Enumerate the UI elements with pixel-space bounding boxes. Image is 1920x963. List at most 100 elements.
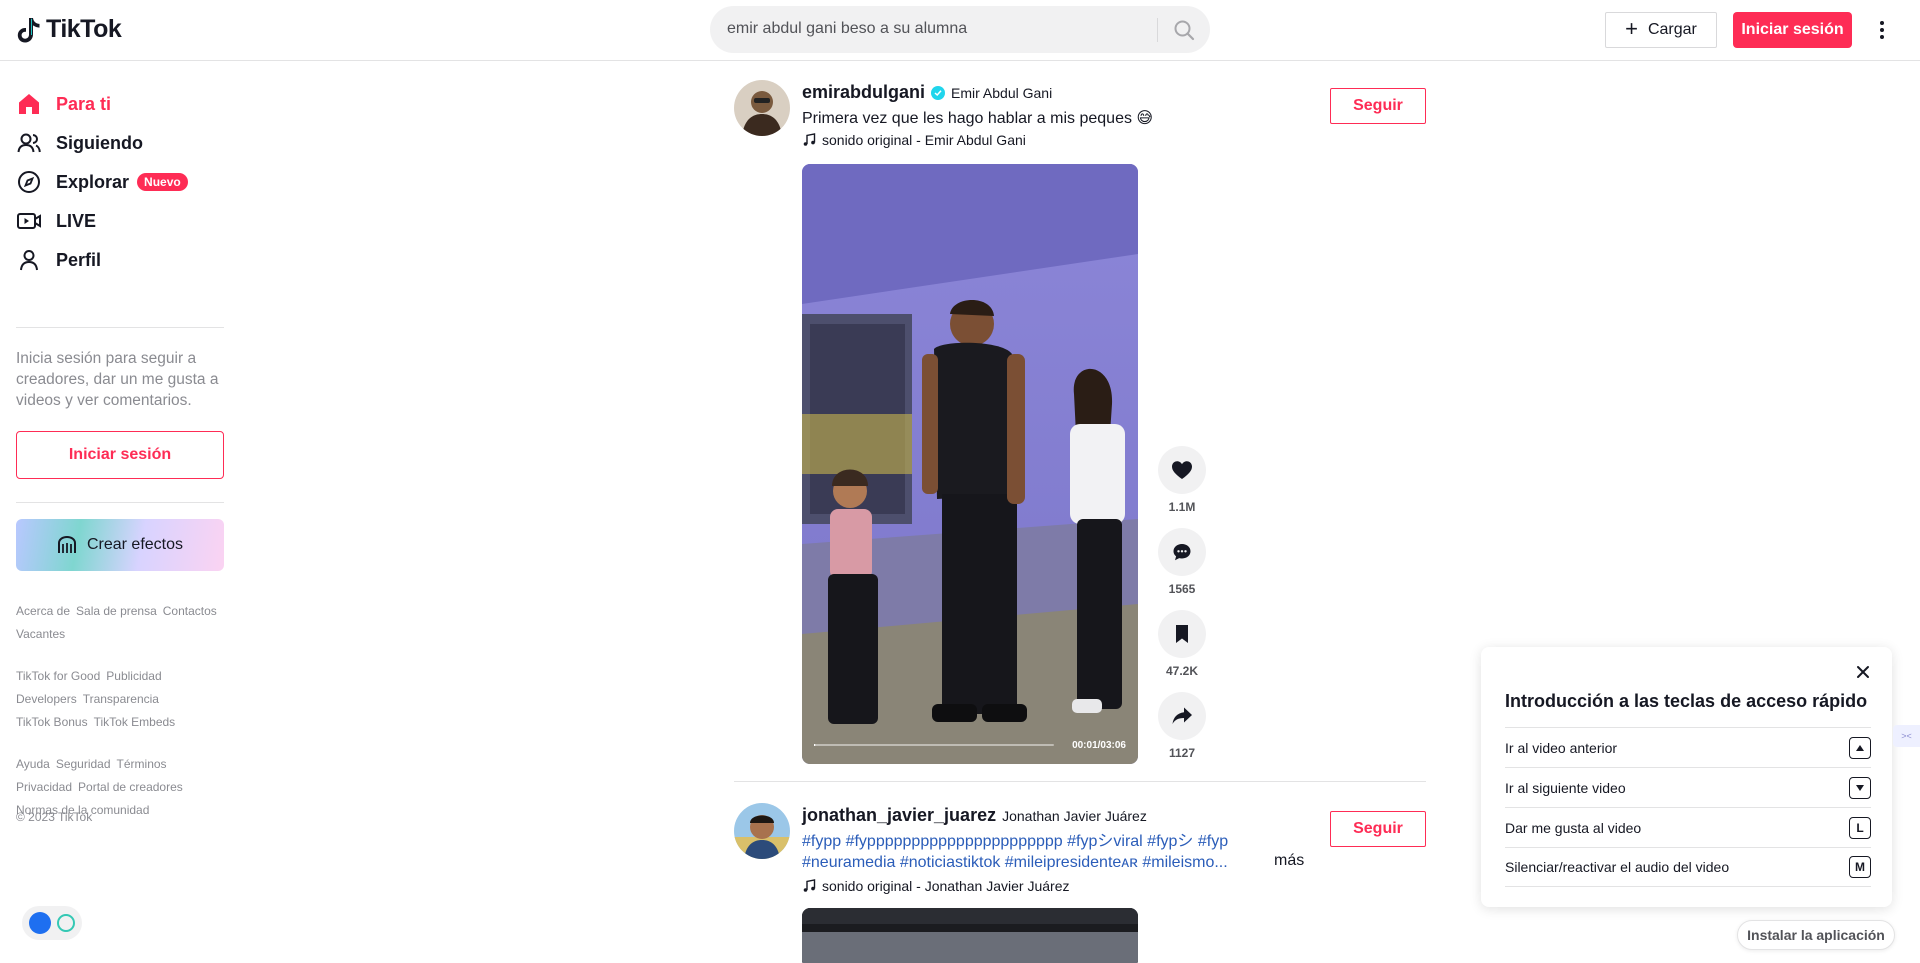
plus-icon: +	[1625, 16, 1638, 41]
extension-icon	[29, 912, 51, 934]
footer-links-group-2: TikTok for Good Publicidad Developers Trans…	[16, 665, 236, 734]
comment-action[interactable]: 1565	[1158, 528, 1206, 598]
comment-count: 1565	[1168, 582, 1196, 596]
shortcut-label: Silenciar/reactivar el audio del video	[1505, 859, 1730, 875]
music-link[interactable]: sonido original - Jonathan Javier Juárez	[802, 878, 1069, 894]
like-button[interactable]	[1158, 446, 1206, 494]
footer-link[interactable]: Developers	[16, 692, 77, 706]
create-effects-button[interactable]: Crear efectos	[16, 519, 224, 571]
save-action[interactable]: 47.2K	[1158, 610, 1206, 680]
nav-item-perfil[interactable]: Perfil	[16, 240, 101, 280]
search-input[interactable]: emir abdul gani beso a su alumna	[727, 20, 967, 38]
upload-button[interactable]: + Cargar	[1605, 12, 1717, 48]
side-tab-icon[interactable]: ><	[1893, 725, 1920, 747]
footer-link[interactable]: TikTok for Good	[16, 669, 100, 683]
share-button[interactable]	[1158, 692, 1206, 740]
search-icon	[1174, 20, 1195, 40]
avatar[interactable]	[734, 803, 790, 859]
like-action[interactable]: 1.1M	[1158, 446, 1206, 516]
hashtag-line[interactable]: #fypp #fypppppppppppppppppppppp #fypシvir…	[802, 831, 1362, 852]
footer-link[interactable]: Portal de creadores	[78, 780, 183, 794]
close-icon[interactable]	[1854, 663, 1872, 681]
nickname[interactable]: Jonathan Javier Juárez	[1002, 808, 1147, 824]
footer-link[interactable]: Privacidad	[16, 780, 72, 794]
video-player[interactable]: 00:01/03:06	[802, 164, 1138, 764]
footer-link[interactable]: Ayuda	[16, 757, 50, 771]
tiktok-logo[interactable]: TikTok	[16, 15, 122, 44]
music-link[interactable]: sonido original - Emir Abdul Gani	[802, 132, 1026, 148]
sidebar-divider	[16, 502, 224, 503]
username[interactable]: jonathan_javier_juarez	[802, 805, 996, 826]
shortcut-row: Ir al video anterior	[1505, 727, 1871, 767]
heart-icon	[1172, 461, 1192, 479]
effects-label: Crear efectos	[86, 536, 184, 553]
nav-item-para-ti[interactable]: Para ti	[16, 84, 111, 124]
footer-link[interactable]: Vacantes	[16, 627, 65, 641]
sidebar-login-button[interactable]: Iniciar sesión	[16, 431, 224, 479]
video-progress-fill	[814, 744, 816, 746]
header-login-button[interactable]: Iniciar sesión	[1733, 12, 1852, 48]
post-caption: Primera vez que les hago hablar a mis pe…	[802, 110, 1154, 127]
shortcut-label: Dar me gusta al video	[1505, 819, 1642, 836]
footer-link[interactable]: Transparencia	[83, 692, 159, 706]
install-app-button[interactable]: Instalar la aplicación	[1737, 920, 1895, 950]
people-icon	[17, 133, 41, 153]
more-link[interactable]: más	[1274, 852, 1304, 870]
feed-post: jonathan_javier_juarez Jonathan Javier J…	[734, 803, 1426, 963]
person-icon	[20, 250, 38, 271]
save-button[interactable]	[1158, 610, 1206, 658]
effects-house-icon	[57, 535, 76, 553]
home-icon	[19, 94, 39, 114]
like-count: 1.1M	[1168, 500, 1196, 514]
share-count: 1127	[1168, 746, 1196, 760]
footer-link[interactable]: Publicidad	[106, 669, 161, 683]
follow-button[interactable]: Seguir	[1330, 88, 1426, 124]
feed-post: emirabdulgani Emir Abdul Gani Primera ve…	[734, 80, 1426, 770]
tiktok-logo-icon	[17, 17, 40, 42]
new-badge: Nuevo	[137, 173, 188, 191]
shortcut-key: M	[1849, 856, 1871, 878]
music-label: sonido original - Jonathan Javier Juárez	[822, 878, 1070, 894]
footer-links-group-1: Acerca de Sala de prensa Contactos Vacantes	[16, 600, 236, 646]
shortcut-label: Ir al siguiente video	[1505, 779, 1626, 796]
shortcut-label: Ir al video anterior	[1505, 739, 1618, 756]
avatar[interactable]	[734, 80, 790, 136]
nav-item-live[interactable]: LIVE	[16, 201, 96, 241]
more-options-icon[interactable]	[1872, 16, 1892, 44]
footer-link[interactable]: Términos	[117, 757, 167, 771]
panel-title: Introducción a las teclas de acceso rápi…	[1505, 691, 1868, 711]
nickname[interactable]: Emir Abdul Gani	[951, 85, 1052, 101]
post-divider	[734, 781, 1426, 782]
footer-link[interactable]: Acerca de	[16, 604, 70, 618]
video-player[interactable]	[802, 908, 1138, 963]
post-author[interactable]: emirabdulgani Emir Abdul Gani	[802, 82, 1052, 103]
browser-extension-widget[interactable]	[22, 906, 82, 940]
share-action[interactable]: 1127	[1158, 692, 1206, 762]
comment-icon	[1173, 544, 1191, 561]
music-note-icon	[803, 133, 816, 146]
nav-item-explorar[interactable]: Explorar Nuevo	[16, 162, 188, 202]
footer-link[interactable]: Contactos	[163, 604, 217, 618]
nav-label: Siguiendo	[56, 132, 143, 153]
compass-icon	[18, 171, 40, 193]
comment-button[interactable]	[1158, 528, 1206, 576]
footer-link[interactable]: TikTok Embeds	[94, 715, 176, 729]
bookmark-icon	[1176, 625, 1188, 643]
key-down-icon	[1849, 776, 1871, 799]
footer-link[interactable]: TikTok Bonus	[16, 715, 88, 729]
shortcut-row: Dar me gusta al video L	[1505, 807, 1871, 847]
footer-link[interactable]: Seguridad	[56, 757, 111, 771]
share-icon	[1172, 707, 1192, 724]
logo-text: TikTok	[46, 15, 122, 43]
search-bar[interactable]: emir abdul gani beso a su alumna	[710, 6, 1210, 53]
save-count: 47.2K	[1165, 664, 1199, 678]
follow-button[interactable]: Seguir	[1330, 811, 1426, 847]
post-author[interactable]: jonathan_javier_juarez Jonathan Javier J…	[802, 805, 1147, 826]
nav-label: Perfil	[56, 249, 102, 270]
shortcut-row: Ir al siguiente video	[1505, 767, 1871, 807]
nav-item-siguiendo[interactable]: Siguiendo	[16, 123, 143, 163]
music-label: sonido original - Emir Abdul Gani	[822, 132, 1026, 148]
footer-link[interactable]: Sala de prensa	[76, 604, 157, 618]
search-button[interactable]	[1158, 6, 1210, 53]
username[interactable]: emirabdulgani	[802, 82, 925, 103]
